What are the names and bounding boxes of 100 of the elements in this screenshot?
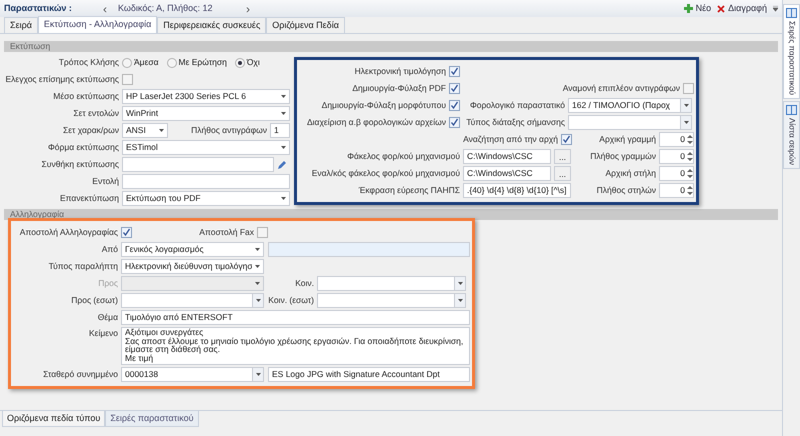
checkbox[interactable] [683, 83, 694, 94]
caret-icon [684, 121, 688, 124]
field-label: Αποστολή Αλληλογραφίας [18, 226, 119, 239]
spin-field[interactable]: 0 [659, 132, 694, 147]
caret-icon [684, 104, 688, 107]
record-title: Παραστατικών : [4, 2, 73, 15]
field-label: Κοιν. (εσωτ) [267, 294, 315, 307]
dropdown[interactable]: ESTimol [122, 140, 290, 155]
spin-field[interactable]: 0 [659, 166, 694, 181]
browse-button[interactable]: ... [554, 166, 571, 181]
caret-icon [281, 146, 286, 149]
checkbox[interactable] [121, 227, 132, 238]
checkbox[interactable] [449, 117, 460, 128]
dropdown[interactable] [317, 276, 466, 291]
input-field[interactable]: ES Logo JPG with Signature Accountant Dpt [268, 367, 470, 382]
checkbox[interactable] [561, 134, 572, 145]
dropdown[interactable]: HP LaserJet 2300 Series PCL 6 [122, 89, 290, 104]
close-icon [717, 4, 726, 12]
radio-button[interactable] [122, 58, 132, 68]
field-label: Εντολή [91, 175, 120, 188]
field-label: Αρχική στήλη [604, 167, 657, 180]
tab[interactable]: Εκτύπωση - Αλληλογραφία [38, 16, 158, 33]
tab[interactable]: Σειρές παραστατικού [105, 411, 199, 427]
panel-icon [786, 8, 797, 18]
input-field[interactable]: .{40} \d{4} \d{8} \d{10} [^\s] [463, 183, 571, 198]
field-label: Δημιουργία-Φύλαξη PDF [351, 82, 447, 95]
browse-button[interactable]: ... [554, 149, 571, 164]
message-textarea[interactable]: Αξιότιμοι συνεργάτες Σας αποστ έλλουμε το μηνιαίο τιμολόγιο χρέωσης εργασιών. Για οποιαδήποτε διευκρίνιση, είμαστε στη διάθεσή σας. Με τιμή [121, 327, 470, 365]
dropdown[interactable]: WinPrint [122, 106, 290, 121]
dropdown[interactable] [317, 293, 466, 308]
checkbox[interactable] [449, 100, 460, 111]
previous-button[interactable]: ‹ [100, 4, 110, 14]
radio-label: Άμεσα [134, 56, 159, 69]
side-tab[interactable]: Σειρές παραστατικού [783, 4, 800, 99]
field-label: Εναλ/κός φάκελος φορ/κού μηχανισμού [310, 167, 461, 180]
tab[interactable]: Οριζόμενα Πεδία [266, 17, 345, 33]
tab[interactable]: Περιφερειακές συσκευές [157, 17, 266, 33]
spinner-arrows-icon [687, 151, 693, 162]
spinner-arrows-icon [687, 185, 693, 196]
spin-field[interactable]: 0 [659, 183, 694, 198]
next-button[interactable]: › [246, 4, 250, 14]
field-label: Προς (εσωτ) [70, 294, 119, 307]
dropdown[interactable]: 162 / ΤΙΜΟΛΟΓΙΟ (Παροχ [568, 98, 692, 113]
checkbox[interactable] [122, 74, 133, 85]
spinner-arrows-icon [687, 168, 693, 179]
side-tab[interactable]: Λίστα σειρών [783, 100, 800, 169]
dropdown[interactable]: Γενικός λογαριασμός [121, 242, 264, 257]
field-label: Διαχείριση α.β φορολογικών αρχείων [306, 116, 447, 129]
field-label: Επανεκτύπωση [59, 192, 120, 205]
field-label: Φάκελος φορ/κού μηχανισμού [346, 150, 461, 163]
field-label: Σετ εντολών [72, 107, 120, 120]
checkbox[interactable] [449, 66, 460, 77]
dropdown[interactable]: 0000138 [121, 367, 264, 382]
field-label: Πλήθος αντιγράφων [190, 124, 268, 137]
caret-icon [281, 95, 286, 98]
dropdown[interactable] [121, 276, 264, 291]
checkbox[interactable] [449, 83, 460, 94]
field-label: Συνθήκη εκτύπωσης [40, 158, 120, 171]
field-label: Έκφραση εύρεσης ΠΑΗΠΣ [358, 184, 461, 197]
checkbox[interactable] [257, 227, 268, 238]
pencil-icon[interactable] [276, 158, 288, 170]
caret-icon [281, 112, 286, 115]
tab[interactable]: Οριζόμενα πεδία τύπου [2, 411, 106, 427]
radio-button[interactable] [166, 58, 177, 68]
input-field[interactable] [122, 174, 290, 189]
input-field[interactable]: Τιμολόγιο από ENTERSOFT [121, 310, 470, 325]
caret-icon [458, 282, 462, 285]
dropdown[interactable]: ANSI [122, 123, 168, 138]
field-label: Σταθερό συνημμένο [42, 368, 119, 381]
field-label: Πλήθος γραμμών [589, 150, 657, 163]
spin-field[interactable]: 0 [659, 149, 694, 164]
dropdown[interactable]: Εκτύπωση του PDF [122, 191, 290, 206]
field-label: Φορολογικό παραστατικό [468, 99, 566, 112]
plus-icon [684, 4, 693, 13]
field-label: Αποστολή Fax [198, 226, 255, 239]
caret-icon [159, 129, 164, 132]
overflow-icon[interactable] [773, 6, 778, 12]
radio-button[interactable] [234, 58, 245, 68]
field-label: Ηλεκτρονική τιμολόγηση [354, 65, 447, 78]
input-field[interactable]: C:\Windows\CSC [463, 149, 551, 164]
field-label: Φόρμα εκτύπωσης [46, 141, 120, 154]
radio-label: Με Ερώτηση [178, 56, 227, 69]
field-label: Αναμονή επιπλέον αντιγράφων [562, 82, 681, 95]
field-label: Κοιν. [294, 277, 315, 290]
dropdown[interactable] [121, 293, 264, 308]
field-label: Ελεγχος επίσημης εκτύπωσης [4, 73, 120, 86]
field-label: Τρόπος Κλήσης [58, 56, 120, 69]
field-label: Δημιουργία-Φύλαξη μορφότυπου [320, 99, 447, 112]
copies-field[interactable]: 1 [270, 123, 290, 138]
spinner-arrows-icon [687, 134, 693, 145]
field-label: Από [100, 243, 119, 256]
section-header: Εκτύπωση [4, 41, 778, 52]
caret-icon [255, 248, 260, 251]
tab[interactable]: Σειρά [4, 17, 38, 33]
input-field[interactable] [122, 157, 274, 172]
delete-button[interactable]: Διαγραφή [717, 2, 767, 16]
input-field[interactable]: C:\Windows\CSC [463, 166, 551, 181]
new-button[interactable]: Νέο [684, 2, 712, 16]
field-label: Προς [97, 277, 119, 290]
record-summary: Κωδικός: Α, Πλήθος: 12 [118, 2, 214, 15]
